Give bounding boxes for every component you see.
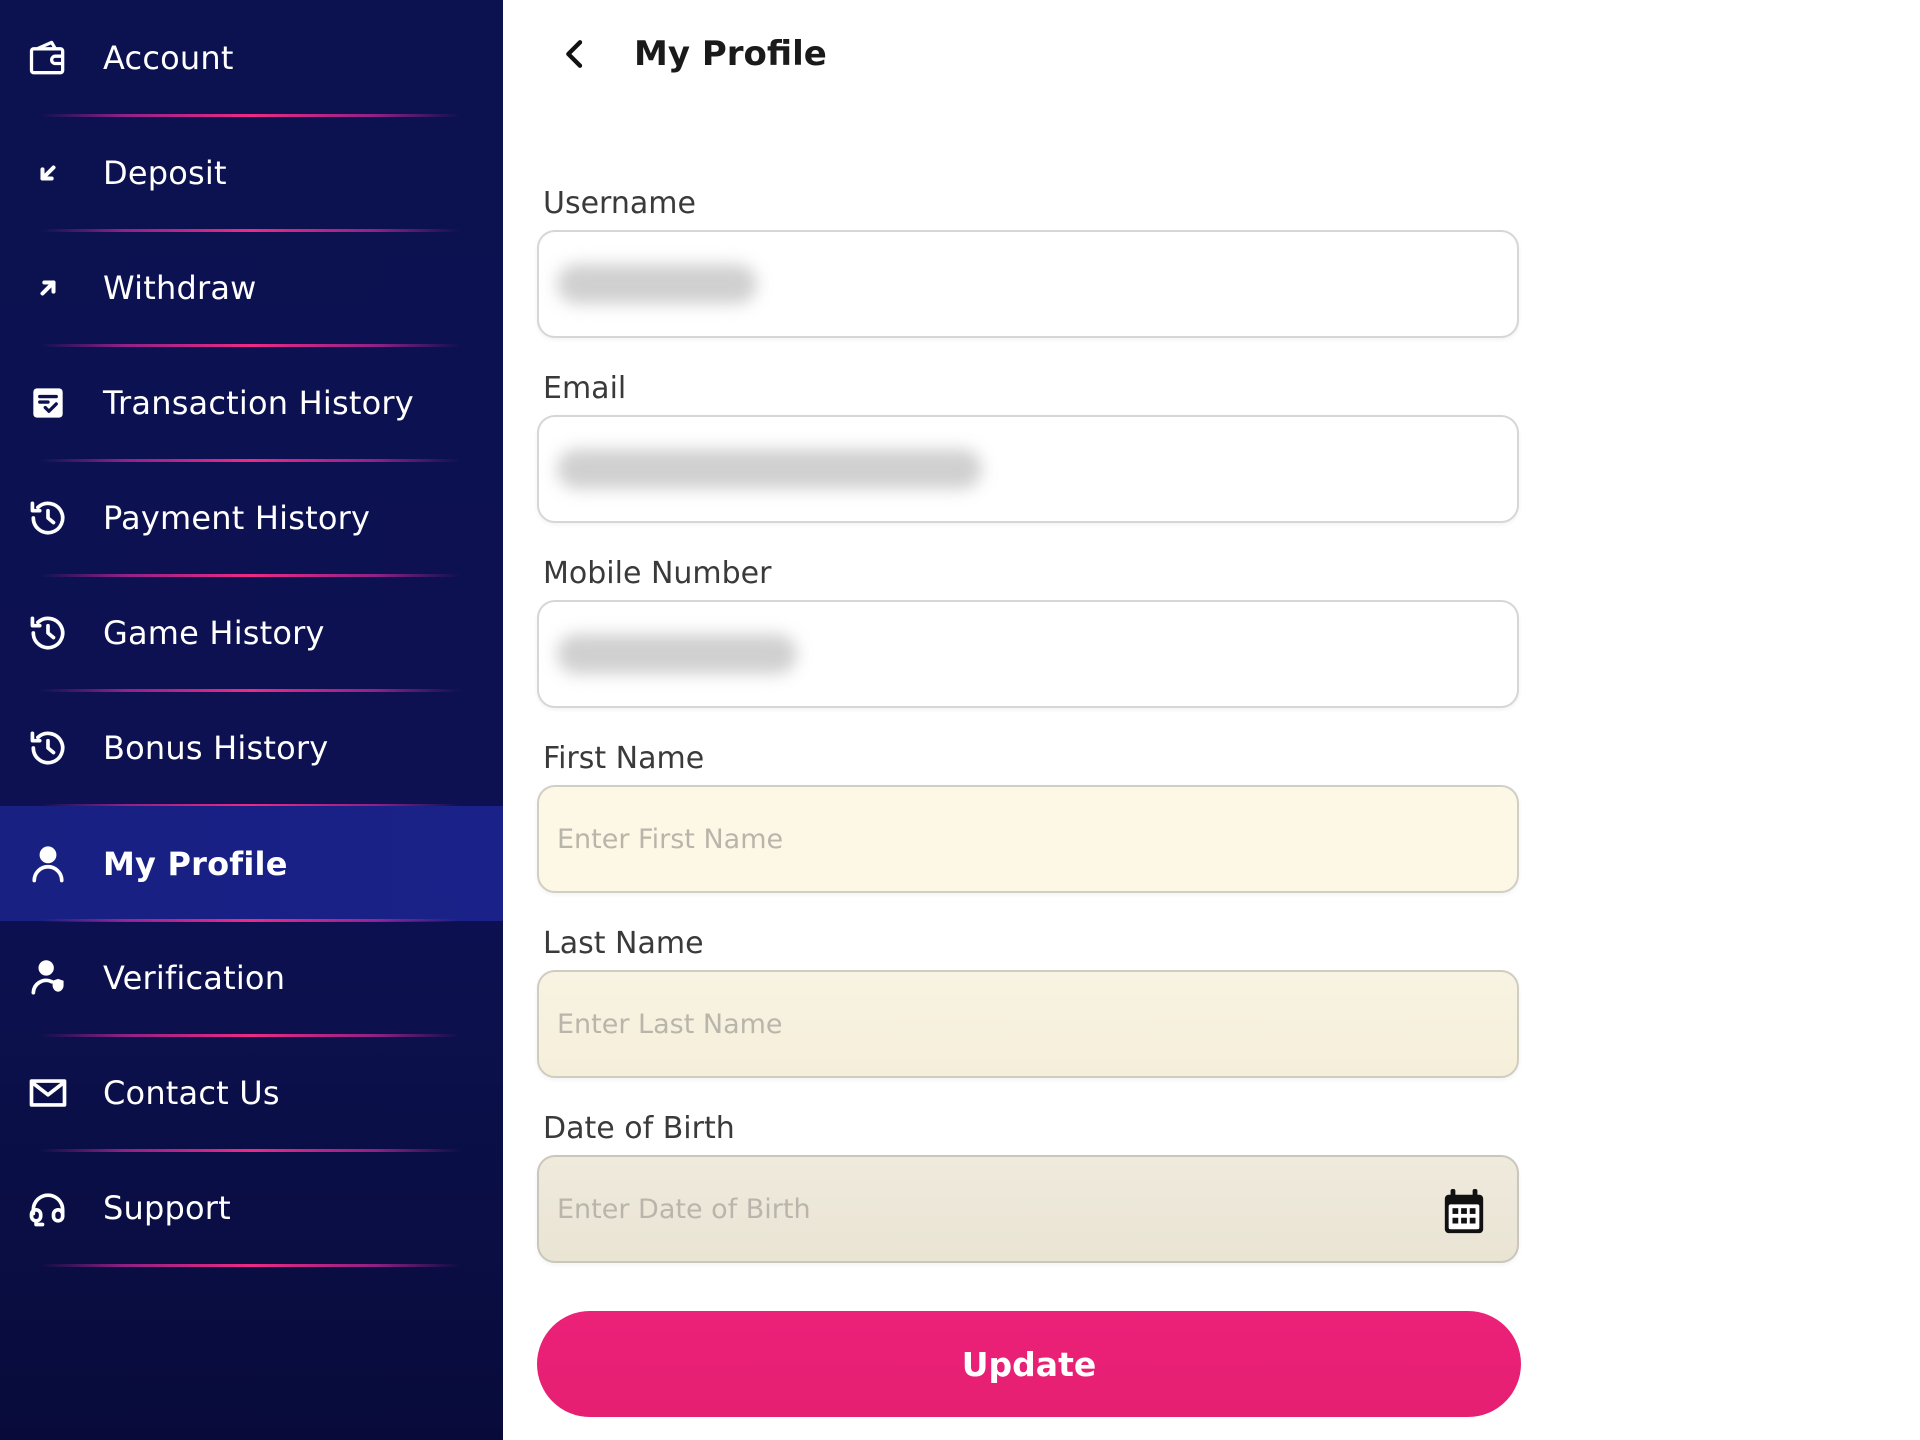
back-button[interactable] [555,34,595,74]
chevron-left-icon [566,40,583,68]
sidebar: Account Deposit Withdraw Transaction His… [0,0,503,1440]
user-icon [24,840,72,888]
wallet-icon [24,34,72,82]
sidebar-item-account[interactable]: Account [0,0,503,115]
username-value-redacted [557,264,757,304]
sidebar-item-label: Contact Us [103,1073,280,1112]
mobile-number-value-redacted [557,634,797,674]
headset-icon [24,1184,72,1232]
first-name-label: First Name [543,741,705,776]
sidebar-item-label: Game History [103,613,325,652]
page-title: My Profile [634,34,827,74]
receipt-check-icon [24,379,72,427]
mobile-number-label: Mobile Number [543,556,772,591]
sidebar-item-label: Transaction History [103,383,414,422]
sidebar-item-transaction-history[interactable]: Transaction History [0,345,503,460]
sidebar-item-bonus-history[interactable]: Bonus History [0,690,503,805]
history-icon [24,724,72,772]
email-label: Email [543,371,627,406]
sidebar-item-support[interactable]: Support [0,1150,503,1265]
username-label: Username [543,186,696,221]
sidebar-item-label: Deposit [103,153,227,192]
email-value-redacted [557,449,982,489]
arrow-up-right-icon [24,264,72,312]
last-name-field-wrapper [537,970,1519,1078]
sidebar-item-payment-history[interactable]: Payment History [0,460,503,575]
sidebar-item-deposit[interactable]: Deposit [0,115,503,230]
arrow-down-left-icon [24,149,72,197]
sidebar-item-verification[interactable]: Verification [0,920,503,1035]
first-name-input[interactable] [557,787,1499,891]
sidebar-item-contact-us[interactable]: Contact Us [0,1035,503,1150]
last-name-input[interactable] [557,972,1499,1076]
sidebar-item-label: Support [103,1188,231,1227]
user-shield-icon [24,954,72,1002]
sidebar-item-game-history[interactable]: Game History [0,575,503,690]
email-field[interactable] [537,415,1519,523]
sidebar-item-label: Bonus History [103,728,329,767]
sidebar-item-label: My Profile [103,844,288,883]
divider [40,1264,460,1267]
history-icon [24,494,72,542]
calendar-icon[interactable] [1441,1187,1487,1237]
username-field[interactable] [537,230,1519,338]
update-button[interactable]: Update [537,1311,1521,1417]
sidebar-item-label: Account [103,38,234,77]
last-name-label: Last Name [543,926,704,961]
mobile-number-field[interactable] [537,600,1519,708]
date-of-birth-input[interactable] [557,1157,1499,1261]
sidebar-item-label: Payment History [103,498,371,537]
sidebar-item-withdraw[interactable]: Withdraw [0,230,503,345]
sidebar-item-label: Withdraw [103,268,257,307]
date-of-birth-field-wrapper [537,1155,1519,1263]
sidebar-item-label: Verification [103,958,286,997]
history-icon [24,609,72,657]
sidebar-item-my-profile[interactable]: My Profile [0,806,503,921]
first-name-field-wrapper [537,785,1519,893]
date-of-birth-label: Date of Birth [543,1111,735,1146]
mail-icon [24,1069,72,1117]
